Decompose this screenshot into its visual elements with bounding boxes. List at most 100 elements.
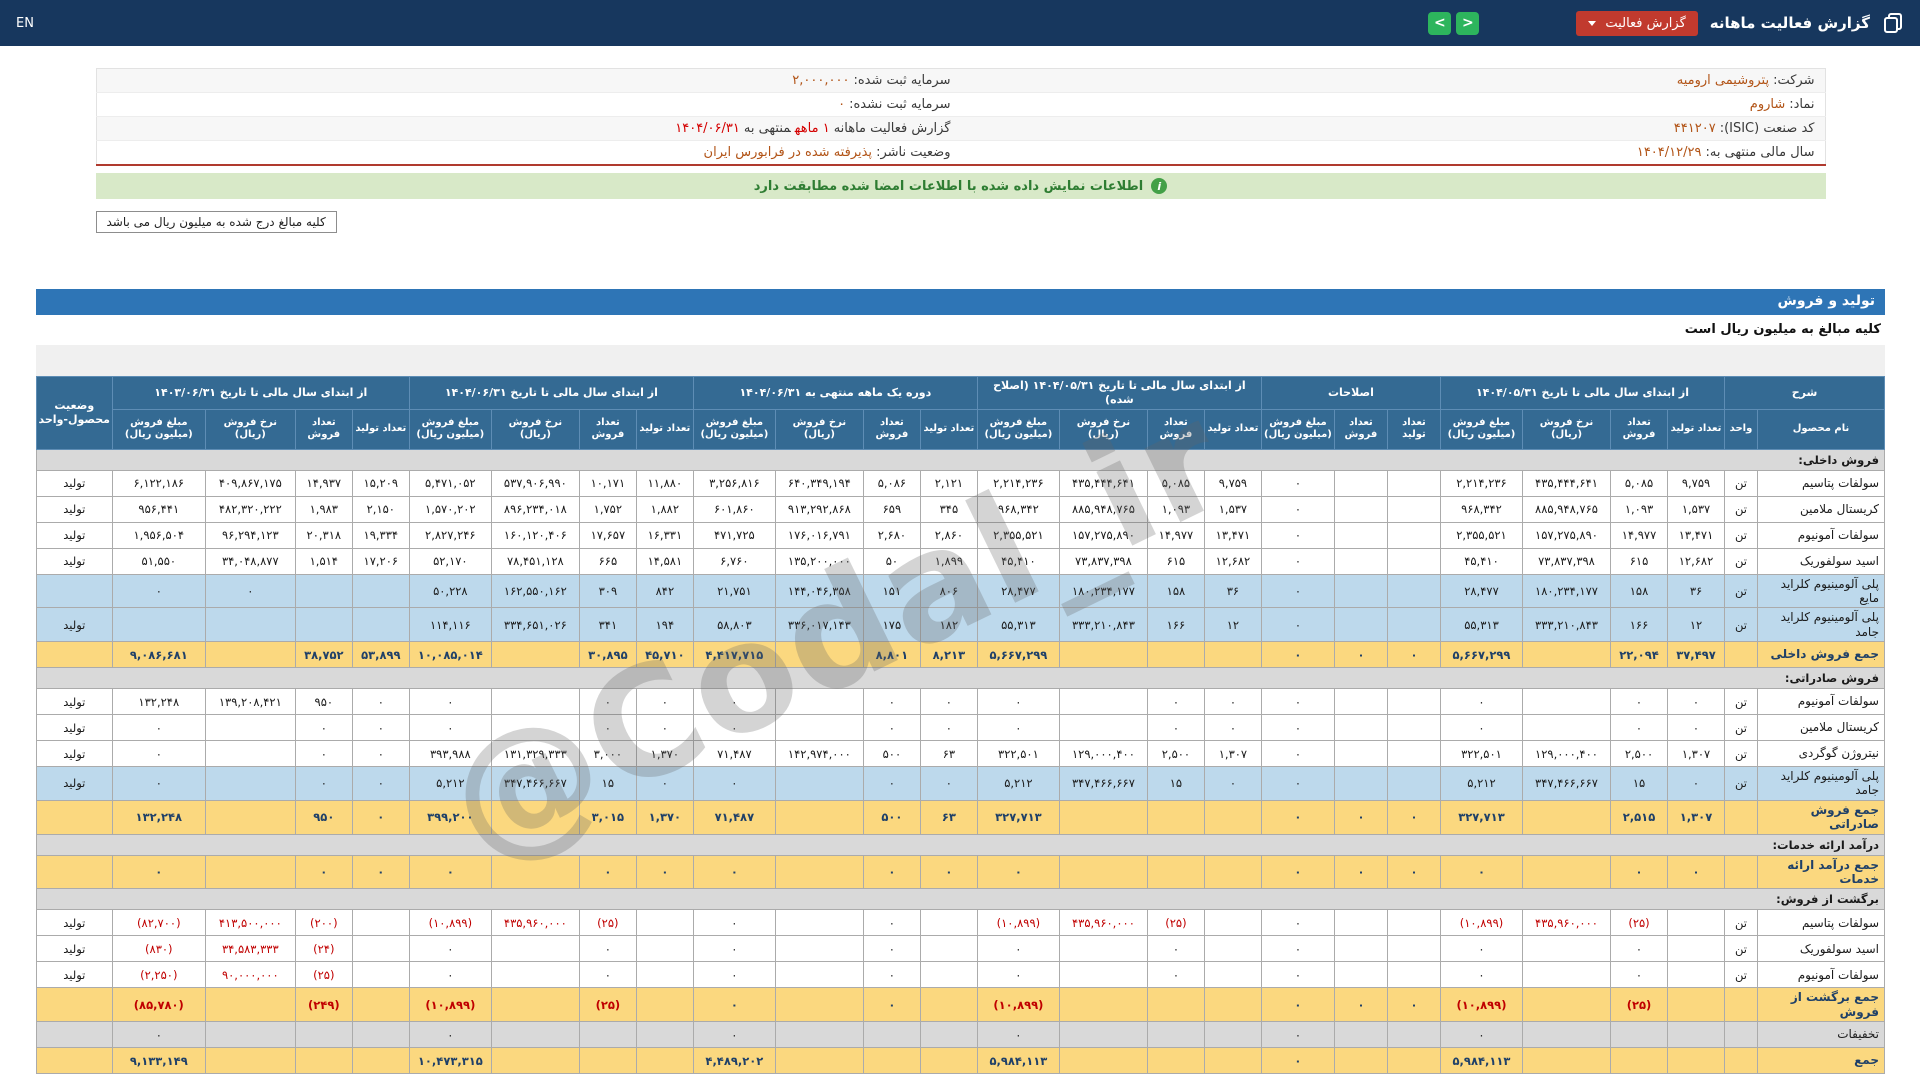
amounts-note-wrap: کلیه مبالغ درج شده به میلیون ریال می باش… <box>95 211 1826 233</box>
value-cell: (۲۴۹) <box>294 987 353 1023</box>
value-cell: ۰ <box>862 766 921 801</box>
value-cell: ۱,۰۹۳ <box>1610 495 1668 523</box>
prev-report-button[interactable]: < <box>1428 11 1452 35</box>
value-cell <box>1146 854 1205 890</box>
value-cell: ۴۳۵,۴۴۴,۶۴۱ <box>1058 469 1148 497</box>
value-cell <box>919 961 978 989</box>
value-cell: ۰ <box>1203 714 1262 742</box>
language-switch[interactable]: EN <box>16 16 34 31</box>
value-cell: ۰ <box>294 740 353 768</box>
value-cell <box>1058 714 1148 742</box>
info-row: نماد:شاروم سرمایه ثبت نشده:۰ <box>96 92 1825 117</box>
section-title-bar: تولید و فروش <box>36 289 1885 315</box>
value-cell <box>1146 987 1205 1023</box>
value-cell <box>774 987 864 1023</box>
value-cell: ۳۴۷,۴۶۶,۶۶۷ <box>1522 766 1611 801</box>
value-cell: ۵۰۰ <box>862 799 921 835</box>
unit-cell <box>1724 641 1758 669</box>
company-value: پتروشیمی ارومیه <box>1676 73 1770 88</box>
production-sales-table: شرح از ابتدای سال مالی تا تاریخ ۱۴۰۴/۰۵/۳… <box>35 376 1886 1075</box>
value-cell: ۳۳۳,۲۱۰,۸۴۳ <box>1522 607 1611 643</box>
unit-cell: تن <box>1724 495 1758 523</box>
section-header-row: فروش صادراتی: <box>35 667 1886 690</box>
value-cell <box>1146 1021 1205 1049</box>
issuer-status-label: وضعیت ناشر: <box>876 145 951 160</box>
value-cell <box>635 909 694 937</box>
column-header: تعداد تولید <box>919 408 978 450</box>
value-cell: ۳۹۳,۹۸۸ <box>408 740 492 768</box>
info-row: کد صنعت (ISIC):۴۴۱۲۰۷ گزارش فعالیت ماهان… <box>96 116 1825 141</box>
value-cell <box>1058 961 1148 989</box>
product-status-cell: تولید <box>35 935 113 963</box>
product-status-cell: تولید <box>35 607 113 643</box>
value-cell: (۱۰,۸۹۹) <box>1439 909 1524 937</box>
value-cell: ۰ <box>1610 935 1668 963</box>
value-cell: (۱۰,۸۹۹) <box>976 987 1060 1023</box>
value-cell: ۹۰,۰۰۰,۰۰۰ <box>204 961 296 989</box>
value-cell: ۳۴۷,۴۶۶,۶۶۷ <box>1058 766 1148 801</box>
value-cell: ۸۰۶ <box>919 573 978 609</box>
value-cell: ۴۳۵,۹۶۰,۰۰۰ <box>490 909 580 937</box>
value-cell <box>1522 935 1611 963</box>
column-header: مبلغ فروش (میلیون ریال) <box>1260 408 1335 450</box>
value-cell: ۱۶۲,۵۵۰,۱۶۲ <box>490 573 580 609</box>
value-cell: ۰ <box>1439 961 1524 989</box>
value-cell: ۰ <box>976 854 1060 890</box>
value-cell <box>1522 854 1611 890</box>
symbol-label: نماد: <box>1789 97 1815 112</box>
table-row: کریستال ملامین تن ۰ ۰ ۰ ۰ ۰ ۰ ۰ ۰ ۰ ۰ ۰ ۰ ۰ ۰ ۰ ۰ تولید <box>35 714 1885 742</box>
status-column-header: وضعیت محصول-واحد <box>35 376 113 450</box>
column-header: مبلغ فروش (میلیون ریال) <box>111 408 206 450</box>
product-name-cell: جمع فروش داخلی <box>1757 641 1885 669</box>
value-cell: ۱۲۹,۰۰۰,۴۰۰ <box>1058 740 1148 768</box>
value-cell <box>1203 935 1262 963</box>
next-report-button[interactable]: > <box>1456 11 1480 35</box>
value-cell: ۰ <box>1260 740 1335 768</box>
value-cell: ۰ <box>635 766 694 801</box>
table-row: اسید سولفوریک تن ۱۲,۶۸۲ ۶۱۵ ۷۳,۸۳۷,۳۹۸ ۴۵,۴۱۰… <box>35 547 1885 575</box>
table-row: جمع برگشت از فروش (۲۵) (۱۰,۸۹۹) ۰ ۰ ۰ (۱۰,۸۹۹)… <box>35 987 1885 1023</box>
report-type-dropdown[interactable]: گزارش فعالیت <box>1576 10 1698 36</box>
value-cell: ۱,۳۰۷ <box>1667 799 1725 835</box>
value-cell <box>1386 1021 1441 1049</box>
value-cell: ۰ <box>1260 935 1335 963</box>
value-cell <box>1522 799 1611 835</box>
value-cell <box>919 1047 978 1075</box>
top-navbar: گزارش فعالیت ماهانه گزارش فعالیت < > EN <box>0 0 1920 46</box>
value-cell <box>1333 547 1388 575</box>
value-cell <box>351 935 410 963</box>
report-period-ending-label: منتهی به <box>743 121 791 136</box>
value-cell: ۳۸,۷۵۲ <box>294 641 353 669</box>
value-cell: ۰ <box>976 935 1060 963</box>
value-cell: ۱۴,۹۷۷ <box>1146 521 1205 549</box>
value-cell: ۰ <box>1439 935 1524 963</box>
value-cell: ۶۱۵ <box>1146 547 1205 575</box>
value-cell: ۶۳ <box>919 799 978 835</box>
product-name-cell: تخفیفات <box>1757 1021 1885 1049</box>
value-cell <box>1058 641 1148 669</box>
value-cell: ۱۵۷,۲۷۵,۸۹۰ <box>1058 521 1148 549</box>
value-cell: ۰ <box>976 688 1060 716</box>
value-cell: ۵,۴۷۱,۰۵۲ <box>408 469 492 497</box>
value-cell: ۰ <box>1439 688 1524 716</box>
value-cell: ۱,۷۵۲ <box>578 495 637 523</box>
unit-cell: تن <box>1724 521 1758 549</box>
value-cell: ۳۳۴,۶۵۱,۰۲۶ <box>490 607 580 643</box>
value-cell <box>490 1021 580 1049</box>
table-row: اسید سولفوریک تن ۰ ۰ ۰ ۰ ۰ ۰ ۰ ۰ ۰ (۲۴) ۳۴,۵۸۳,۳۳۳ (۸… <box>35 935 1885 963</box>
value-cell <box>774 641 864 669</box>
value-cell <box>351 987 410 1023</box>
value-cell: ۱۲ <box>1203 607 1262 643</box>
product-status-cell <box>35 799 113 835</box>
report-copy-icon[interactable] <box>1882 12 1904 34</box>
value-cell <box>1333 740 1388 768</box>
value-cell <box>204 714 296 742</box>
value-cell: ۰ <box>408 961 492 989</box>
value-cell <box>294 1047 353 1075</box>
column-header: تعداد تولید <box>635 408 694 450</box>
product-name-cell: اسید سولفوریک <box>1757 547 1885 575</box>
value-cell: ۵۳,۸۹۹ <box>351 641 410 669</box>
value-cell: ۰ <box>1260 469 1335 497</box>
value-cell: ۱۶,۳۳۱ <box>635 521 694 549</box>
table-row: پلی آلومینیوم کلراید جامد تن ۰ ۱۵ ۳۴۷,۴۶۶,۶۶… <box>35 766 1885 801</box>
